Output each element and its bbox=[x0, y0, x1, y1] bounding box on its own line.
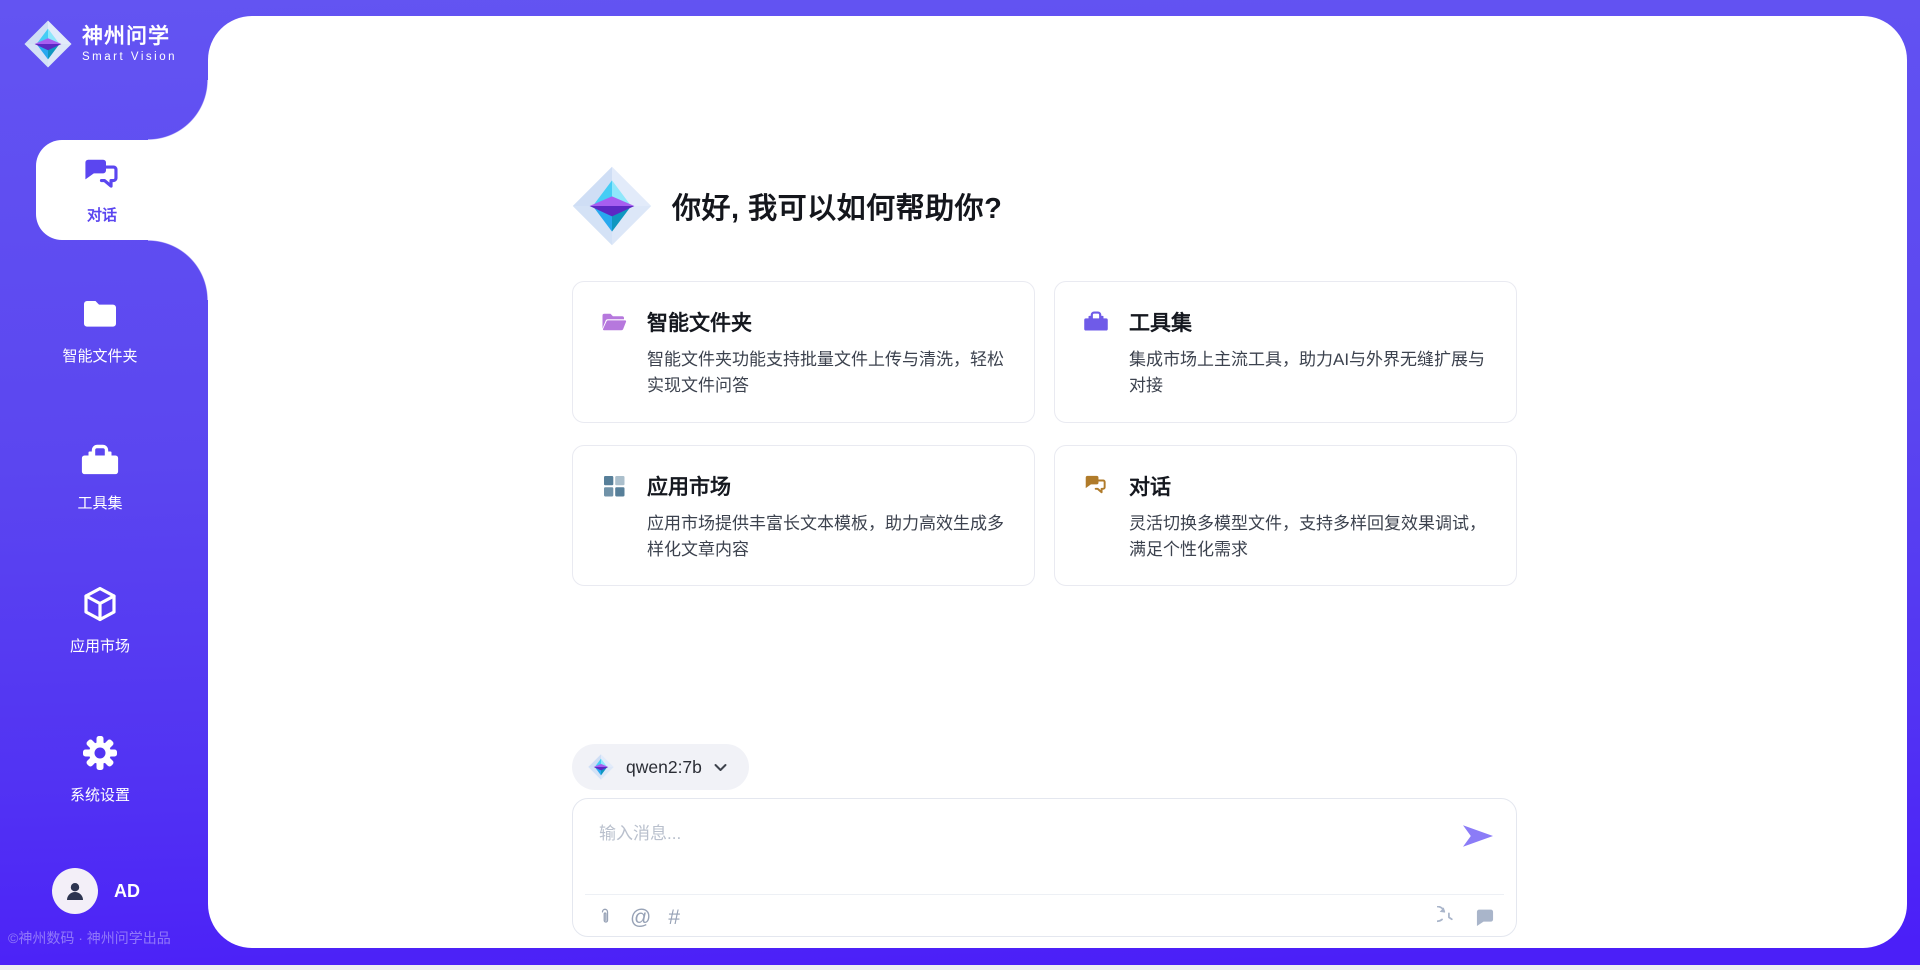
brand-diamond-icon bbox=[24, 20, 72, 68]
chat-icon bbox=[81, 155, 123, 197]
greeting-diamond-icon bbox=[572, 166, 652, 246]
active-tab-bottom-curve bbox=[148, 240, 208, 300]
card-app-market[interactable]: 应用市场 应用市场提供丰富长文本模板，助力高效生成多样化文章内容 bbox=[572, 445, 1035, 587]
greeting-title: 你好, 我可以如何帮助你? bbox=[672, 185, 1002, 227]
brand-subtitle: Smart Vision bbox=[82, 51, 177, 63]
copyright-footer: ©神州数码 · 神州问学出品 bbox=[8, 928, 171, 948]
card-smart-folders[interactable]: 智能文件夹 智能文件夹功能支持批量文件上传与清洗，轻松实现文件问答 bbox=[572, 281, 1035, 423]
sidebar-item-label: 应用市场 bbox=[70, 635, 130, 656]
app-logo: 神州问学 Smart Vision bbox=[24, 20, 177, 68]
cube-icon bbox=[80, 584, 120, 624]
sidebar-item-chat[interactable]: 对话 bbox=[36, 140, 216, 240]
sidebar-item-label: 智能文件夹 bbox=[62, 345, 137, 366]
feedback-chat-icon[interactable] bbox=[1474, 906, 1496, 928]
model-selector[interactable]: qwen2:7b bbox=[572, 744, 749, 790]
folder-icon bbox=[80, 294, 120, 334]
user-name: AD bbox=[114, 881, 140, 902]
mention-icon[interactable]: @ bbox=[630, 907, 651, 928]
grid-icon bbox=[601, 473, 627, 499]
sidebar-item-label: 系统设置 bbox=[70, 784, 130, 805]
card-description: 智能文件夹功能支持批量文件上传与清洗，轻松实现文件问答 bbox=[647, 347, 1006, 400]
hash-icon[interactable]: # bbox=[668, 907, 680, 928]
message-composer: @ # bbox=[572, 798, 1517, 937]
page-bottom-strip bbox=[0, 965, 1920, 970]
card-title: 对话 bbox=[1129, 471, 1171, 501]
gear-icon bbox=[80, 733, 120, 773]
card-title: 应用市场 bbox=[647, 471, 731, 501]
attachment-icon[interactable] bbox=[597, 906, 613, 928]
composer-toolbar: @ # bbox=[597, 899, 1496, 935]
card-title: 智能文件夹 bbox=[647, 307, 752, 337]
card-description: 应用市场提供丰富长文本模板，助力高效生成多样化文章内容 bbox=[647, 511, 1006, 564]
card-title: 工具集 bbox=[1129, 307, 1192, 337]
greeting-block: 你好, 我可以如何帮助你? bbox=[572, 16, 1517, 246]
feature-cards: 智能文件夹 智能文件夹功能支持批量文件上传与清洗，轻松实现文件问答 工具集 集成… bbox=[572, 281, 1517, 586]
model-name: qwen2:7b bbox=[626, 757, 702, 778]
sidebar-item-system-settings[interactable]: 系统设置 bbox=[0, 733, 200, 805]
send-icon bbox=[1462, 823, 1494, 849]
card-description: 灵活切换多模型文件，支持多样回复效果调试，满足个性化需求 bbox=[1129, 511, 1488, 564]
avatar bbox=[52, 868, 98, 914]
sidebar-item-label: 对话 bbox=[87, 204, 117, 225]
sidebar-item-toolset[interactable]: 工具集 bbox=[0, 441, 200, 513]
message-input[interactable] bbox=[597, 817, 1441, 887]
sidebar-item-label: 工具集 bbox=[77, 492, 122, 513]
model-diamond-icon bbox=[588, 754, 614, 780]
card-description: 集成市场上主流工具，助力AI与外界无缝扩展与对接 bbox=[1129, 347, 1488, 400]
chevron-down-icon bbox=[714, 763, 727, 772]
folder-open-icon bbox=[601, 309, 627, 335]
chat-icon bbox=[1083, 473, 1109, 499]
toolbox-icon bbox=[80, 441, 120, 481]
active-tab-top-curve bbox=[148, 80, 208, 140]
sidebar-item-smart-folders[interactable]: 智能文件夹 bbox=[0, 294, 200, 366]
brand-name: 神州问学 bbox=[82, 25, 177, 48]
send-button[interactable] bbox=[1462, 823, 1494, 849]
history-icon[interactable] bbox=[1437, 906, 1459, 928]
sidebar-item-app-market[interactable]: 应用市场 bbox=[0, 584, 200, 656]
card-chat[interactable]: 对话 灵活切换多模型文件，支持多样回复效果调试，满足个性化需求 bbox=[1054, 445, 1517, 587]
toolbox-icon bbox=[1083, 309, 1109, 335]
user-icon bbox=[63, 879, 87, 903]
user-account[interactable]: AD bbox=[52, 868, 140, 914]
main-panel: 你好, 我可以如何帮助你? 智能文件夹 智能文件夹功能支持批量文件上传与清洗，轻… bbox=[208, 16, 1907, 948]
composer-divider bbox=[585, 894, 1504, 895]
card-toolset[interactable]: 工具集 集成市场上主流工具，助力AI与外界无缝扩展与对接 bbox=[1054, 281, 1517, 423]
